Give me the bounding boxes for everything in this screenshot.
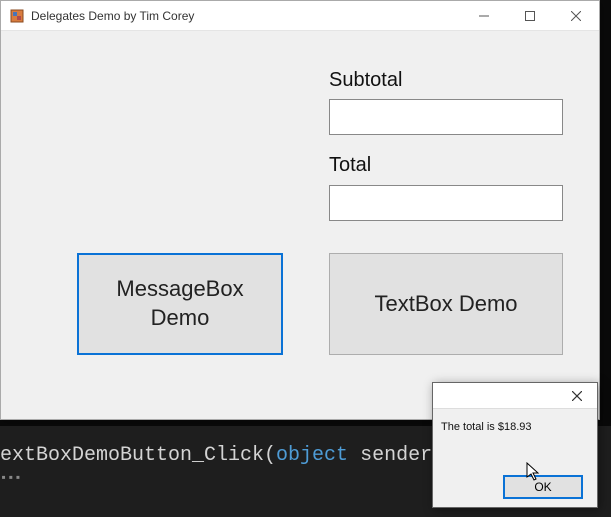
window-title: Delegates Demo by Tim Corey: [31, 9, 461, 23]
dialog-ok-button[interactable]: OK: [503, 475, 583, 499]
dialog-title-bar: [433, 383, 597, 409]
subtotal-label: Subtotal: [329, 69, 402, 92]
total-input[interactable]: [329, 185, 563, 221]
total-label: Total: [329, 154, 371, 177]
window-controls: [461, 1, 599, 30]
dialog-message: The total is $18.93: [433, 409, 597, 437]
dialog-footer: OK: [503, 475, 583, 499]
minimize-button[interactable]: [461, 1, 507, 30]
client-area: Subtotal Total MessageBox Demo TextBox D…: [1, 31, 599, 419]
maximize-button[interactable]: [507, 1, 553, 30]
messagebox-demo-button[interactable]: MessageBox Demo: [77, 253, 283, 355]
textbox-demo-button[interactable]: TextBox Demo: [329, 253, 563, 355]
title-bar: Delegates Demo by Tim Corey: [1, 1, 599, 31]
code-fragment: extBoxDemoButton_Click(: [0, 444, 276, 467]
code-keyword: object: [276, 444, 348, 467]
code-fragment-mid: sender: [348, 444, 432, 467]
close-button[interactable]: [553, 1, 599, 30]
dialog-close-button[interactable]: [557, 383, 597, 408]
subtotal-input[interactable]: [329, 99, 563, 135]
app-icon: [9, 8, 25, 24]
messagebox-dialog: The total is $18.93 OK: [432, 382, 598, 508]
app-window: Delegates Demo by Tim Corey Subtotal Tot…: [0, 0, 600, 420]
